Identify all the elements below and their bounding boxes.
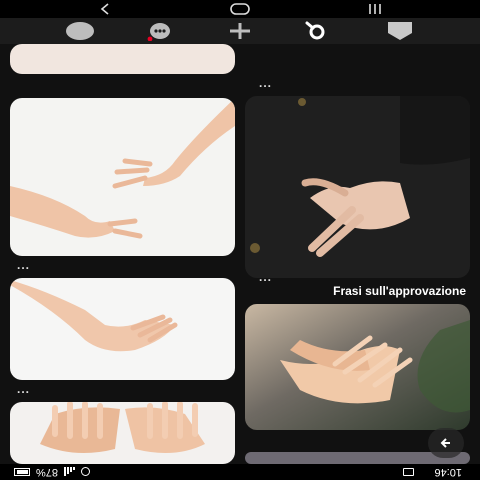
search-icon bbox=[305, 21, 325, 40]
alarm-icon bbox=[81, 467, 91, 477]
pin-card-hand-reaching[interactable] bbox=[10, 278, 235, 380]
tab-home[interactable] bbox=[380, 18, 420, 44]
tab-notifications[interactable] bbox=[140, 18, 180, 44]
back-button[interactable] bbox=[90, 2, 120, 16]
status-bar: 10:46 87% bbox=[0, 464, 480, 480]
notifications-chat-icon bbox=[147, 23, 170, 41]
recent-apps-icon bbox=[369, 4, 381, 14]
tab-search[interactable] bbox=[295, 18, 335, 44]
pin-image bbox=[245, 96, 470, 278]
tab-profile[interactable] bbox=[60, 18, 100, 44]
pin-feed[interactable]: Frasi sull'approvazione ... ... ... bbox=[0, 38, 480, 464]
pin-card[interactable] bbox=[10, 44, 235, 74]
pin-card-hands-reaching-toward[interactable] bbox=[10, 98, 235, 256]
home-icon bbox=[388, 22, 412, 40]
more-options-button[interactable]: ... bbox=[17, 258, 30, 272]
recent-apps-button[interactable] bbox=[360, 2, 390, 16]
battery-percentage: 87% bbox=[36, 466, 59, 478]
tab-create[interactable] bbox=[220, 18, 260, 44]
more-options-button[interactable]: ... bbox=[259, 76, 272, 90]
signal-icon bbox=[64, 467, 76, 477]
home-nav-icon bbox=[230, 3, 250, 15]
pin-card-crossed-fingers[interactable] bbox=[245, 96, 470, 278]
pin-card-hands-palms-down[interactable] bbox=[10, 402, 235, 464]
system-nav-bar bbox=[0, 0, 480, 18]
status-time: 10:46 bbox=[434, 466, 462, 478]
pin-image bbox=[10, 402, 235, 464]
pin-image bbox=[10, 278, 235, 380]
pin-image bbox=[10, 98, 235, 256]
share-button[interactable] bbox=[428, 428, 464, 458]
share-arrow-icon bbox=[440, 438, 450, 448]
notification-badge bbox=[147, 36, 153, 41]
pin-image bbox=[245, 304, 470, 430]
create-plus-icon bbox=[230, 23, 250, 39]
app-screen: 10:46 87% Frasi sull'approvazione ... ..… bbox=[0, 0, 480, 480]
bottom-tab-bar bbox=[0, 18, 480, 44]
promo-label[interactable]: Frasi sull'approvazione bbox=[333, 284, 466, 298]
more-options-button[interactable]: ... bbox=[17, 382, 30, 396]
message-notification-icon bbox=[403, 468, 414, 476]
pin-card-sunlit-hands[interactable] bbox=[245, 304, 470, 430]
home-nav-button[interactable] bbox=[225, 2, 255, 16]
battery-icon bbox=[14, 468, 30, 476]
profile-avatar-icon bbox=[66, 22, 94, 40]
back-chevron-icon bbox=[100, 3, 109, 15]
